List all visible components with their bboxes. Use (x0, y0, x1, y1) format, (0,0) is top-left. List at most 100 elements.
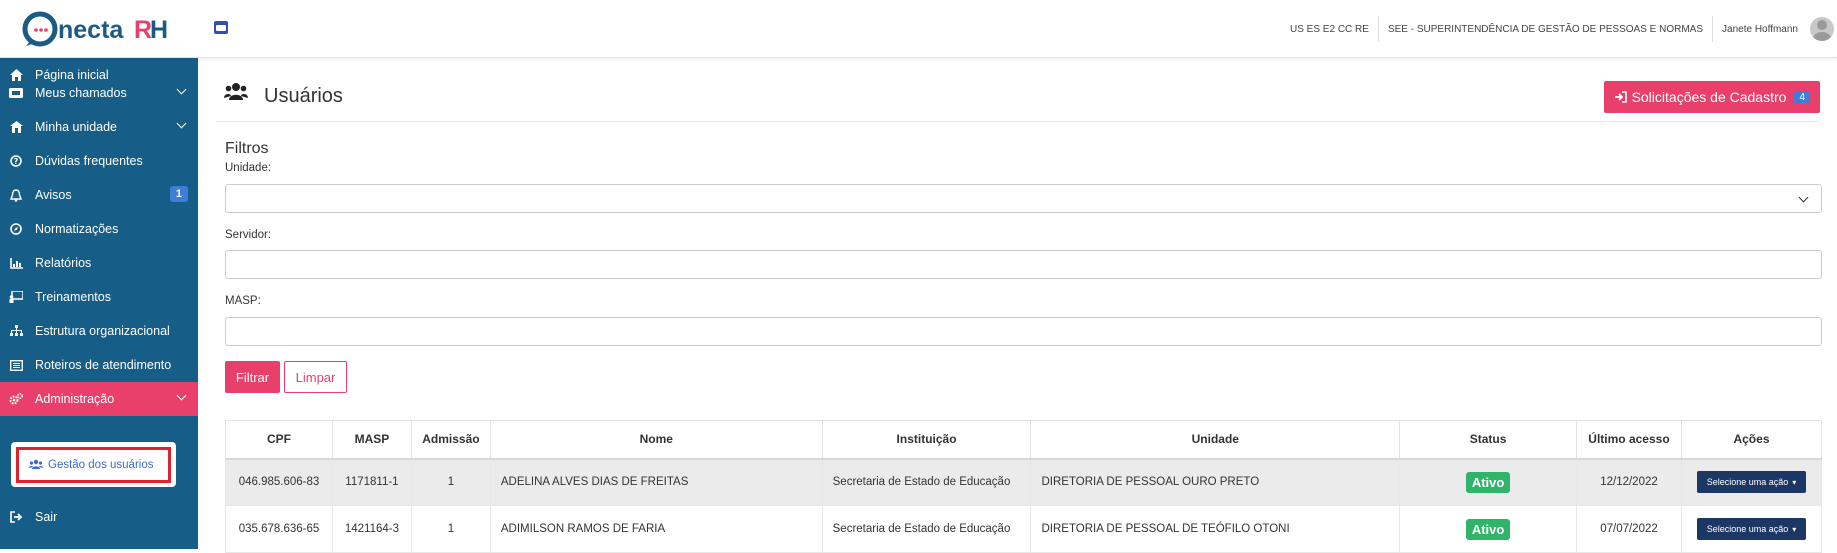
sidebar-item-label: Administração (35, 392, 115, 406)
submenu-item-gestao-dos-usuarios[interactable]: Gestão dos usuários (16, 447, 171, 483)
main-content: Usuários Solicitações de Cadastro 4 Filt… (198, 58, 1837, 553)
column-header[interactable]: Instituição (821, 420, 1032, 460)
top-right-info: US ES E2 CC RE SEE - SUPERINTENDÊNCIA DE… (1290, 0, 1837, 58)
separator (1377, 16, 1379, 42)
sidebar-item-label: Relatórios (35, 256, 92, 270)
table-row: 046.985.606-83 1171811-1 1 ADELINA ALVES… (225, 458, 1823, 506)
sidebar-item-label: Treinamentos (35, 290, 111, 304)
list-icon (9, 358, 23, 372)
column-header[interactable]: Último acesso (1576, 420, 1682, 460)
organization-name: SEE - SUPERINTENDÊNCIA DE GESTÃO DE PESS… (1387, 23, 1704, 35)
separator (1712, 16, 1714, 42)
limpar-button[interactable]: Limpar (284, 361, 347, 393)
chevron-down-icon (176, 390, 187, 401)
column-header[interactable]: Nome (489, 420, 823, 460)
table-header-row: CPF MASP Admissão Nome Instituição Unida… (225, 420, 1823, 460)
sidebar-item-duvidas-frequentes[interactable]: ? Dúvidas frequentes (0, 144, 198, 178)
acoes-cell: Selecione uma ação (1680, 505, 1823, 553)
chart-icon (9, 256, 23, 270)
sidebar-item-treinamentos[interactable]: Treinamentos (0, 280, 198, 314)
filters-title: Filtros (225, 140, 269, 157)
user-code: US ES E2 CC RE (1290, 23, 1369, 35)
sidebar-item-minha-unidade[interactable]: Minha unidade (0, 110, 198, 144)
filtrar-button[interactable]: Filtrar (225, 361, 280, 393)
nome-cell: ADELINA ALVES DIAS DE FREITAS (489, 458, 823, 506)
servidor-label: Servidor: (225, 229, 272, 241)
building-icon (9, 120, 23, 134)
status-badge: Ativo (1465, 471, 1511, 493)
acoes-cell: Selecione uma ação (1680, 458, 1823, 506)
conecta-rh-logo[interactable]: necta R H (22, 9, 172, 49)
unidade-cell: DIRETORIA DE PESSOAL DE TEÓFILO OTONI (1030, 505, 1401, 553)
sidebar: Página inicial Meus chamados Minha unida… (0, 58, 198, 549)
unidade-select[interactable] (225, 184, 1822, 213)
masp-label: MASP: (225, 295, 261, 307)
column-header: Ações (1680, 420, 1823, 460)
solicitacoes-de-cadastro-button[interactable]: Solicitações de Cadastro 4 (1603, 81, 1820, 113)
status-cell: Ativo (1399, 505, 1578, 553)
users-icon (224, 82, 248, 105)
servidor-input[interactable] (225, 250, 1822, 279)
sign-out-icon (9, 510, 23, 524)
sidebar-item-label: Normatizações (35, 222, 119, 236)
sidebar-item-relatorios[interactable]: Relatórios (0, 246, 198, 280)
svg-text:?: ? (14, 157, 19, 166)
avatar[interactable] (1810, 17, 1834, 41)
question-icon: ? (9, 154, 23, 168)
action-dropdown-button[interactable]: Selecione uma ação (1696, 471, 1807, 494)
column-header[interactable]: Unidade (1030, 420, 1401, 460)
chevron-down-icon (176, 118, 187, 129)
sidebar-item-label: Estrutura organizacional (35, 324, 170, 338)
status-cell: Ativo (1399, 458, 1578, 506)
page-header: Usuários Solicitações de Cadastro 4 (216, 58, 1820, 122)
solicitacoes-count-badge: 4 (1794, 90, 1810, 104)
action-dropdown-button[interactable]: Selecione uma ação (1696, 518, 1807, 540)
top-bar: necta R H US ES E2 CC RE SEE - SUPERINTE… (0, 0, 1837, 58)
instituicao-cell: Secretaria de Estado de Educação (821, 458, 1032, 506)
sign-in-icon (1614, 91, 1627, 103)
sidebar-item-estrutura-organizacional[interactable]: Estrutura organizacional (0, 314, 198, 348)
page-title: Usuários (264, 85, 343, 107)
sidebar-item-avisos[interactable]: Avisos 1 (0, 178, 198, 212)
svg-text:necta: necta (58, 16, 124, 44)
status-badge: Ativo (1465, 518, 1511, 540)
admissao-cell: 1 (410, 458, 491, 506)
column-header[interactable]: Admissão (410, 420, 491, 460)
masp-input[interactable] (225, 317, 1822, 346)
nome-cell: ADIMILSON RAMOS DE FARIA (489, 505, 823, 553)
sidebar-item-normatizacoes[interactable]: Normatizações (0, 212, 198, 246)
sidebar-item-label: Meus chamados (35, 86, 127, 100)
sidebar-item-label: Minha unidade (35, 120, 118, 134)
column-header[interactable]: MASP (331, 420, 412, 460)
submenu-item-label: Gestão dos usuários (48, 459, 154, 471)
chevron-down-icon (176, 84, 187, 95)
sidebar-item-label: Dúvidas frequentes (35, 154, 143, 168)
column-header[interactable]: CPF (225, 420, 333, 460)
unidade-cell: DIRETORIA DE PESSOAL OURO PRETO (1030, 458, 1401, 506)
sidebar-item-sair[interactable]: Sair (0, 500, 198, 534)
svg-text:H: H (150, 16, 168, 44)
cpf-cell: 046.985.606-83 (225, 458, 333, 506)
administracao-submenu: Gestão dos usuários (11, 442, 176, 487)
sidebar-item-roteiros-de-atendimento[interactable]: Roteiros de atendimento (0, 348, 198, 382)
instituicao-cell: Secretaria de Estado de Educação (821, 505, 1032, 553)
users-table: CPF MASP Admissão Nome Instituição Unida… (225, 420, 1823, 553)
sitemap-icon (9, 324, 23, 338)
solicitacoes-label: Solicitações de Cadastro (1631, 89, 1787, 105)
bell-icon (9, 188, 23, 202)
masp-cell: 1421164-3 (331, 505, 412, 553)
presentation-icon (9, 290, 23, 304)
notification-badge: 1 (169, 186, 188, 202)
chevron-down-icon (1798, 192, 1809, 203)
compass-icon (9, 222, 23, 236)
admissao-cell: 1 (410, 505, 491, 553)
menu-icon[interactable] (214, 21, 228, 34)
sidebar-item-administracao[interactable]: Administração (0, 382, 198, 416)
sidebar-item-label: Avisos (35, 188, 72, 202)
user-name[interactable]: Janete Hoffmann (1722, 24, 1798, 35)
sidebar-item-meus-chamados[interactable]: Meus chamados (0, 76, 198, 110)
sidebar-item-label: Sair (35, 510, 58, 524)
unidade-label: Unidade: (225, 162, 272, 174)
cpf-cell: 035.678.636-65 (225, 505, 333, 553)
column-header[interactable]: Status (1399, 420, 1578, 460)
